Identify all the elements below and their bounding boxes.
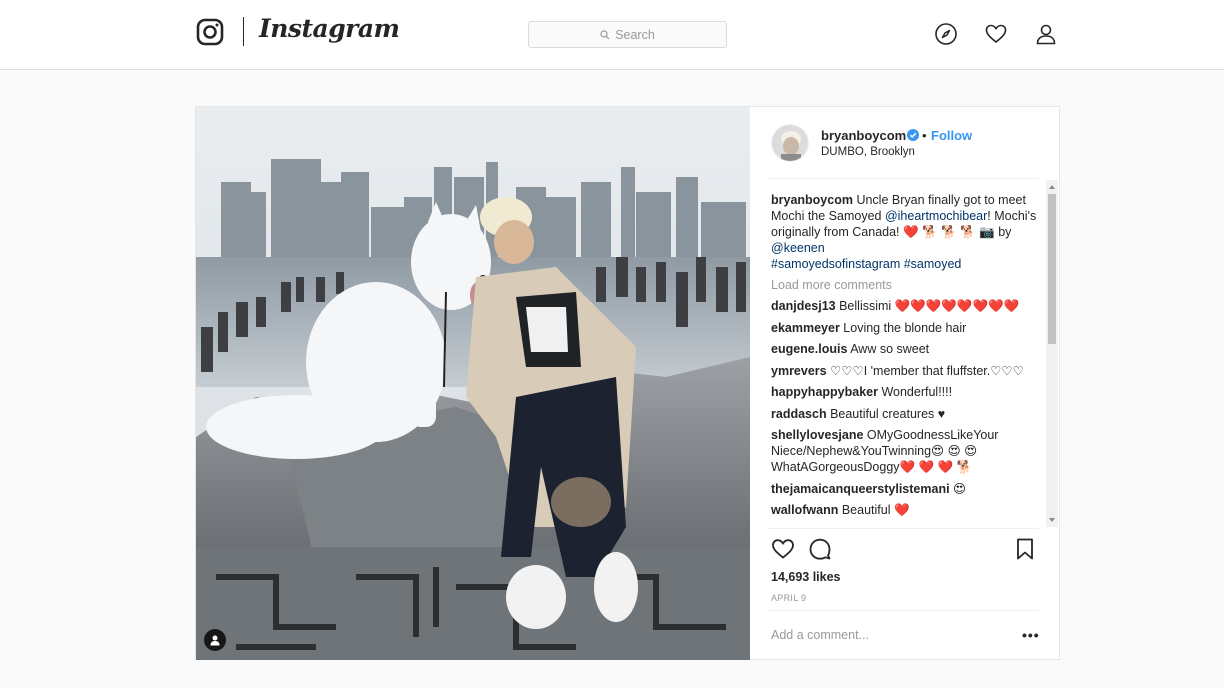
load-more-comments-button[interactable]: Load more comments (771, 278, 1043, 292)
verified-badge-icon (907, 129, 919, 141)
post-location[interactable]: DUMBO, Brooklyn (821, 146, 915, 158)
add-comment-input[interactable]: Add a comment... (771, 628, 869, 642)
like-heart-icon[interactable] (771, 537, 795, 561)
comment-item: happyhappybaker Wonderful!!!! (771, 384, 1043, 400)
add-comment-divider (767, 610, 1039, 611)
save-bookmark-icon[interactable] (1013, 537, 1037, 561)
caption: bryanboycom Uncle Bryan finally got to m… (771, 192, 1043, 272)
comment-text: ♡♡♡I 'member that fluffster.♡♡♡ (826, 363, 1024, 378)
search-input[interactable]: Search (528, 21, 727, 48)
comment-username[interactable]: raddasch (771, 407, 827, 421)
follow-button[interactable]: Follow (931, 128, 972, 143)
caption-username[interactable]: bryanboycom (771, 193, 853, 207)
comment-icon[interactable] (808, 537, 832, 561)
caption-mention-2[interactable]: @keenen (771, 241, 825, 255)
avatar-image (772, 125, 808, 161)
comment-username[interactable]: wallofwann (771, 503, 838, 517)
comment-text: Beautiful creatures ♥ (826, 406, 946, 421)
comment-item: ekammeyer Loving the blonde hair (771, 320, 1043, 336)
post-sidebar: bryanboycom • Follow DUMBO, Brooklyn bry… (750, 107, 1060, 660)
activity-heart-icon[interactable] (984, 22, 1008, 46)
separator-dot: • (922, 128, 927, 143)
comment-username[interactable]: danjdesj13 (771, 299, 836, 313)
avatar[interactable] (771, 124, 809, 162)
comment-item: eugene.louis Aww so sweet (771, 341, 1043, 357)
post-photo-illustration (196, 107, 750, 660)
comment-text: Beautiful ❤️ (838, 503, 910, 517)
comment-item: shellylovesjane OMyGoodnessLikeYour Niec… (771, 427, 1043, 475)
logo-divider (243, 17, 244, 46)
post-photo[interactable] (196, 107, 750, 660)
scroll-up-arrow-icon[interactable] (1049, 185, 1055, 189)
comment-username[interactable]: ekammeyer (771, 321, 840, 335)
caption-hashtags[interactable]: #samoyedsofinstagram #samoyed (771, 257, 961, 271)
comment-text: Wonderful!!!! (877, 385, 953, 399)
post-date[interactable]: APRIL 9 (771, 593, 806, 603)
comments-scrollbar[interactable] (1046, 180, 1058, 527)
comment-text: 😍 (949, 481, 967, 496)
actions-divider (767, 528, 1039, 529)
search-icon (600, 29, 610, 39)
post-card: bryanboycom • Follow DUMBO, Brooklyn bry… (195, 106, 1060, 660)
comment-username[interactable]: thejamaicanqueerstylistemani (771, 482, 950, 496)
header-divider (767, 178, 1039, 179)
comment-item: danjdesj13 Bellissimi ❤️❤️❤️❤️❤️❤️❤️❤️ (771, 298, 1043, 314)
post-header: bryanboycom • Follow DUMBO, Brooklyn (750, 107, 1060, 179)
comment-username[interactable]: happyhappybaker (771, 385, 878, 399)
top-navigation-bar: Instagram Search (0, 0, 1224, 70)
comment-username[interactable]: ymrevers (771, 364, 827, 378)
comment-text: Loving the blonde hair (839, 320, 967, 335)
likes-count[interactable]: 14,693 likes (771, 570, 841, 584)
user-tag-icon[interactable] (204, 629, 226, 651)
scroll-down-arrow-icon[interactable] (1049, 518, 1055, 522)
user-tag-glyph (210, 635, 220, 646)
comment-item: ymrevers ♡♡♡I 'member that fluffster.♡♡♡ (771, 363, 1043, 379)
search-placeholder: Search (615, 27, 655, 42)
comment-username[interactable]: eugene.louis (771, 342, 847, 356)
comments-list: bryanboycom Uncle Bryan finally got to m… (771, 192, 1043, 528)
instagram-logo-icon[interactable] (196, 18, 224, 46)
scroll-thumb[interactable] (1048, 194, 1056, 344)
post-username[interactable]: bryanboycom (821, 128, 906, 143)
comment-item: wallofwann Beautiful ❤️ (771, 502, 1043, 518)
explore-compass-icon[interactable] (934, 22, 958, 46)
comment-item: raddasch Beautiful creatures ♥ (771, 406, 1043, 422)
instagram-wordmark[interactable]: Instagram (259, 14, 400, 43)
comment-username[interactable]: shellylovesjane (771, 428, 863, 442)
caption-mention-1[interactable]: @iheartmochibear (885, 209, 987, 223)
comment-item: thejamaicanqueerstylistemani 😍 (771, 481, 1043, 497)
profile-icon[interactable] (1034, 22, 1058, 46)
comment-text: Aww so sweet (847, 342, 930, 356)
comment-text: Bellissimi ❤️❤️❤️❤️❤️❤️❤️❤️ (835, 299, 1020, 313)
more-options-button[interactable]: ••• (1022, 627, 1040, 643)
